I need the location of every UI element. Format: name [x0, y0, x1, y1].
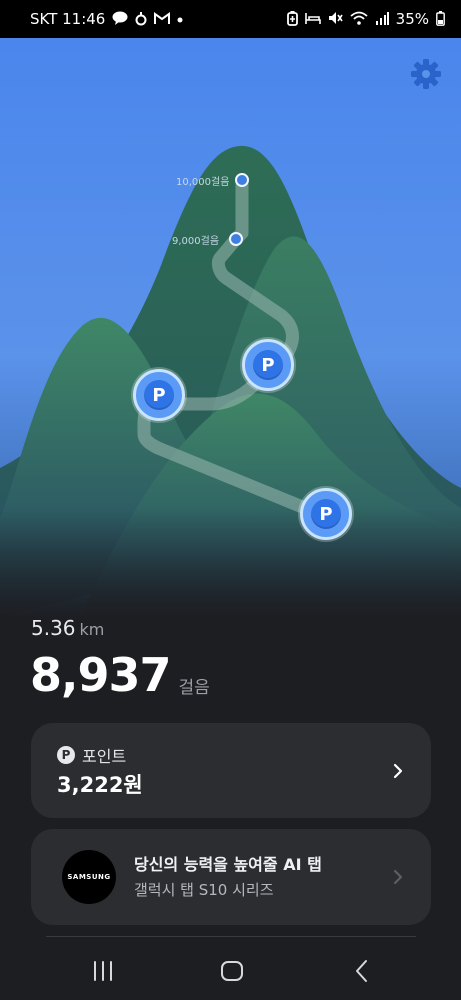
ad-card[interactable]: SAMSUNG 당신의 능력을 높여줄 AI 탭 갤럭시 탭 S10 시리즈: [31, 829, 431, 925]
points-value: 3,222원: [57, 773, 143, 797]
points-label: 포인트: [82, 747, 127, 766]
point-badge-letter: P: [311, 499, 341, 529]
steps-value: 8,937: [30, 648, 172, 702]
points-card[interactable]: P 포인트 3,222원: [31, 723, 431, 818]
point-badge-letter: P: [253, 350, 283, 380]
talk-icon: [112, 11, 128, 27]
point-badge[interactable]: P: [242, 339, 294, 391]
ad-title: 당신의 능력을 높여줄 AI 탭: [134, 855, 322, 874]
chevron-right-icon: [393, 763, 403, 778]
recent-apps-icon[interactable]: [90, 958, 116, 984]
back-icon[interactable]: [350, 958, 376, 984]
distance: 5.36 km: [31, 616, 104, 640]
dot-icon: [177, 13, 183, 25]
mute-icon: [328, 11, 343, 27]
wifi-icon: [350, 11, 368, 27]
point-coin-icon: P: [57, 746, 75, 764]
samsung-logo: SAMSUNG: [62, 850, 116, 904]
distance-unit: km: [79, 620, 105, 639]
status-time: SKT 11:46: [30, 10, 106, 28]
milestone-9000-dot: [229, 232, 243, 246]
milestone-9000-label: 9,000걸음: [172, 236, 220, 247]
sleep-icon: [304, 12, 321, 27]
battery-icon: [436, 10, 445, 28]
mountain-illustration: [0, 38, 461, 618]
app-icon: [135, 11, 147, 28]
chevron-right-icon: [393, 869, 403, 885]
distance-value: 5.36: [31, 616, 76, 640]
steps-unit: 걸음: [178, 678, 210, 698]
navigation-bar: [0, 940, 461, 1000]
battery-percent: 35%: [395, 10, 429, 28]
status-bar: SKT 11:46 35%: [0, 0, 461, 38]
signal-icon: [375, 11, 389, 27]
battery-saver-icon: [286, 10, 298, 28]
settings-gear-icon[interactable]: [410, 58, 442, 90]
ad-subtitle: 갤럭시 탭 S10 시리즈: [134, 881, 274, 899]
points-label-row: P 포인트: [57, 743, 126, 767]
gmail-icon: [154, 11, 171, 27]
point-badge[interactable]: P: [133, 369, 185, 421]
home-icon[interactable]: [219, 958, 245, 984]
point-badge-letter: P: [144, 380, 174, 410]
step-count: 8,937 걸음: [30, 648, 210, 702]
milestone-10000-dot: [235, 173, 249, 187]
point-badge[interactable]: P: [300, 488, 352, 540]
milestone-10000-label: 10,000걸음: [176, 177, 230, 188]
